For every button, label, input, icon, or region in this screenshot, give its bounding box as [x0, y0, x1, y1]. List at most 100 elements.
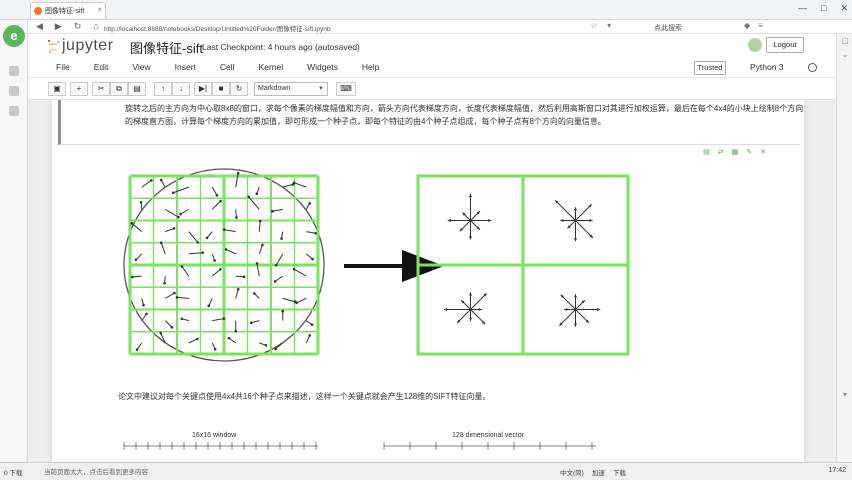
notebook-page: 旋转之后的主方向为中心取8x8的窗口，求每个像素的梯度幅值和方向，箭头方向代表梯… — [52, 100, 804, 462]
gradient-arrow-head — [177, 215, 180, 219]
dropdown-icon[interactable]: ▾ — [607, 21, 611, 30]
orientation-arrow — [559, 309, 576, 326]
cell-tool-icon[interactable]: ✎ — [746, 148, 752, 156]
cell-tool-icon[interactable]: ▤ — [703, 148, 710, 156]
clock: 17:42 — [828, 467, 846, 474]
panel-toggle-icon[interactable]: ▢ — [840, 36, 850, 46]
menu-cell[interactable]: Cell — [220, 62, 235, 72]
gradient-arrow-head — [159, 241, 163, 245]
gradient-arrow-head — [139, 201, 143, 204]
gradient-arrow — [258, 221, 261, 232]
gradient-arrow-head — [131, 275, 134, 279]
close-window-button[interactable]: ✕ — [840, 3, 848, 14]
trusted-badge[interactable]: Trusted — [694, 61, 726, 75]
notebook-title[interactable]: 图像特征-sift — [130, 38, 203, 57]
browser-extension-icons: ◆ ≡ — [744, 21, 763, 30]
sidebar-favorite-icon[interactable] — [9, 66, 19, 76]
refresh-icon[interactable]: ↻ — [74, 21, 82, 32]
sidebar-history-icon[interactable] — [9, 86, 19, 96]
bookmark-icon[interactable]: ☆ — [590, 21, 597, 30]
cell-tool-icon[interactable]: ▦ — [732, 148, 739, 156]
browser-logo-icon[interactable]: e — [3, 25, 25, 47]
menu-edit[interactable]: Edit — [94, 62, 109, 72]
gradient-arrow — [165, 292, 175, 299]
address-bar: ◀ ▶ ↻ ⌂ http://localhost:8888/notebooks/… — [0, 20, 852, 34]
cell-type-select[interactable]: Markdown ▼ — [254, 82, 328, 96]
run-button[interactable]: ▶| — [194, 82, 212, 96]
avatar[interactable] — [748, 38, 762, 52]
gradient-arrow-head — [308, 201, 312, 205]
gradient-arrow — [177, 296, 189, 299]
menu-file[interactable]: File — [56, 62, 70, 72]
add-cell-button[interactable]: + — [70, 82, 88, 96]
gradient-arrow-head — [247, 195, 250, 199]
search-input[interactable]: 点此搜索 — [650, 21, 740, 33]
gradient-arrow-head — [255, 262, 259, 265]
gradient-arrow-head — [205, 236, 209, 240]
orientation-arrow-head — [468, 236, 473, 240]
gradient-arrow-head — [196, 241, 200, 244]
gradient-arrow-head — [219, 199, 222, 203]
menu-bar: File Edit View Insert Cell Kernel Widget… — [28, 58, 836, 78]
gradient-arrow-head — [159, 331, 163, 335]
menu-widgets[interactable]: Widgets — [307, 62, 338, 72]
gradient-arrow-head — [271, 209, 274, 213]
minimize-button[interactable]: — — [798, 3, 807, 14]
gradient-arrow-head — [261, 243, 264, 247]
checkpoint-label: Last Checkpoint: — [202, 42, 266, 52]
browser-tab[interactable]: 图像特征-sift × — [30, 2, 106, 18]
back-icon[interactable]: ◀ — [36, 21, 43, 32]
command-palette-button[interactable]: ⌨ — [336, 82, 356, 96]
paste-button[interactable]: ▤ — [128, 82, 146, 96]
maximize-button[interactable]: □ — [821, 3, 826, 14]
markdown-cell[interactable]: 旋转之后的主方向为中心取8x8的窗口，求每个像素的梯度幅值和方向，箭头方向代表梯… — [58, 100, 803, 145]
url-input[interactable]: http://localhost:8888/notebooks/Desktop/… — [104, 21, 604, 33]
close-tab-icon[interactable]: × — [97, 5, 102, 14]
diagram-label-right: 128 dimensional vector — [452, 432, 525, 439]
menu-insert[interactable]: Insert — [175, 62, 196, 72]
browser-sidebar: e — [0, 20, 28, 462]
menu-kernel[interactable]: Kernel — [259, 62, 284, 72]
move-up-button[interactable]: ↑ — [154, 82, 172, 96]
home-icon[interactable]: ⌂ — [93, 21, 98, 32]
cell-tool-icon[interactable]: ⇄ — [718, 148, 724, 156]
extension-icon[interactable]: ◆ — [744, 21, 750, 30]
gradient-arrow — [293, 268, 307, 277]
move-down-button[interactable]: ↓ — [172, 82, 190, 96]
copy-button[interactable]: ⧉ — [110, 82, 128, 96]
chevron-down-icon[interactable]: ⌄ — [840, 50, 850, 60]
gradient-arrow — [131, 222, 143, 233]
gradient-arrow — [160, 242, 166, 255]
orientation-arrow-head — [573, 238, 578, 242]
download-status[interactable]: 0 下载 — [4, 467, 22, 477]
orientation-arrow-head — [443, 307, 448, 312]
save-button[interactable]: ▣ — [48, 82, 66, 96]
gradient-arrow-head — [179, 212, 182, 216]
gradient-arrow — [212, 318, 224, 322]
forward-icon[interactable]: ▶ — [55, 21, 62, 32]
interrupt-button[interactable]: ■ — [212, 82, 230, 96]
kernel-status-icon — [808, 63, 817, 72]
status-bar: 0 下载 当前页面太大，点击后看到更多内容 中文(简) 加速 下载 17:42 — [0, 462, 852, 480]
gradient-arrow-head — [281, 309, 285, 313]
gradient-arrow — [272, 208, 283, 212]
gradient-arrow — [132, 275, 142, 278]
menu-view[interactable]: View — [132, 62, 150, 72]
menu-icon[interactable]: ≡ — [758, 21, 763, 30]
logout-button[interactable]: Logout — [766, 37, 804, 53]
menu-help[interactable]: Help — [362, 62, 379, 72]
restart-button[interactable]: ↻ — [230, 82, 248, 96]
gradient-arrow — [306, 231, 316, 234]
chevron-down-icon: ▼ — [318, 86, 324, 92]
cell-tool-icon[interactable]: ✕ — [760, 148, 766, 156]
sidebar-download-icon[interactable] — [9, 106, 19, 116]
tray-item[interactable]: 下载 — [613, 467, 626, 477]
gradient-arrow-head — [173, 291, 176, 295]
tray-item[interactable]: 加速 — [592, 467, 605, 477]
notebook-toolbar: ▣ + ✂ ⧉ ▤ ↑ ↓ ▶| ■ ↻ Markdown ▼ ⌨ — [28, 78, 836, 100]
tray-item[interactable]: 中文(简) — [560, 467, 584, 477]
cut-button[interactable]: ✂ — [92, 82, 110, 96]
scroll-down-icon[interactable]: ▾ — [840, 390, 850, 400]
refresh-icon: ↻ — [235, 84, 243, 93]
jupyter-logo-text[interactable]: jupyter — [62, 37, 114, 55]
